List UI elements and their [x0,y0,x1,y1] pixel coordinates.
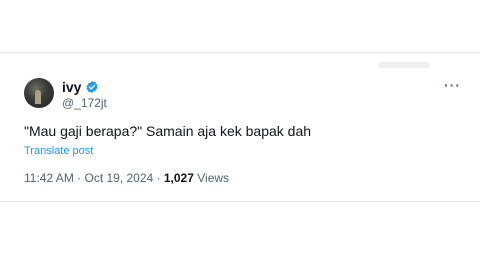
meta-separator: · [73,171,85,185]
user-handle[interactable]: @_172jt [62,96,107,110]
views-label: Views [193,171,230,185]
author-row: ivy [62,79,99,95]
faint-bar [378,62,430,68]
post-date[interactable]: Oct 19, 2024 [84,171,153,185]
views-count: 1,027 [163,171,194,185]
avatar[interactable] [24,78,54,108]
translate-post-link[interactable]: Translate post [24,145,93,157]
post-time[interactable]: 11:42 AM [24,171,74,185]
verified-badge-icon [85,80,99,94]
meta-separator: · [153,171,164,185]
more-options-icon[interactable]: ··· [444,78,461,92]
display-name[interactable]: ivy [62,79,81,95]
post-meta: 11:42 AM · Oct 19, 2024 · 1,027 Views [24,171,229,185]
post-text: "Mau gaji berapa?" Samain aja kek bapak … [24,123,312,139]
